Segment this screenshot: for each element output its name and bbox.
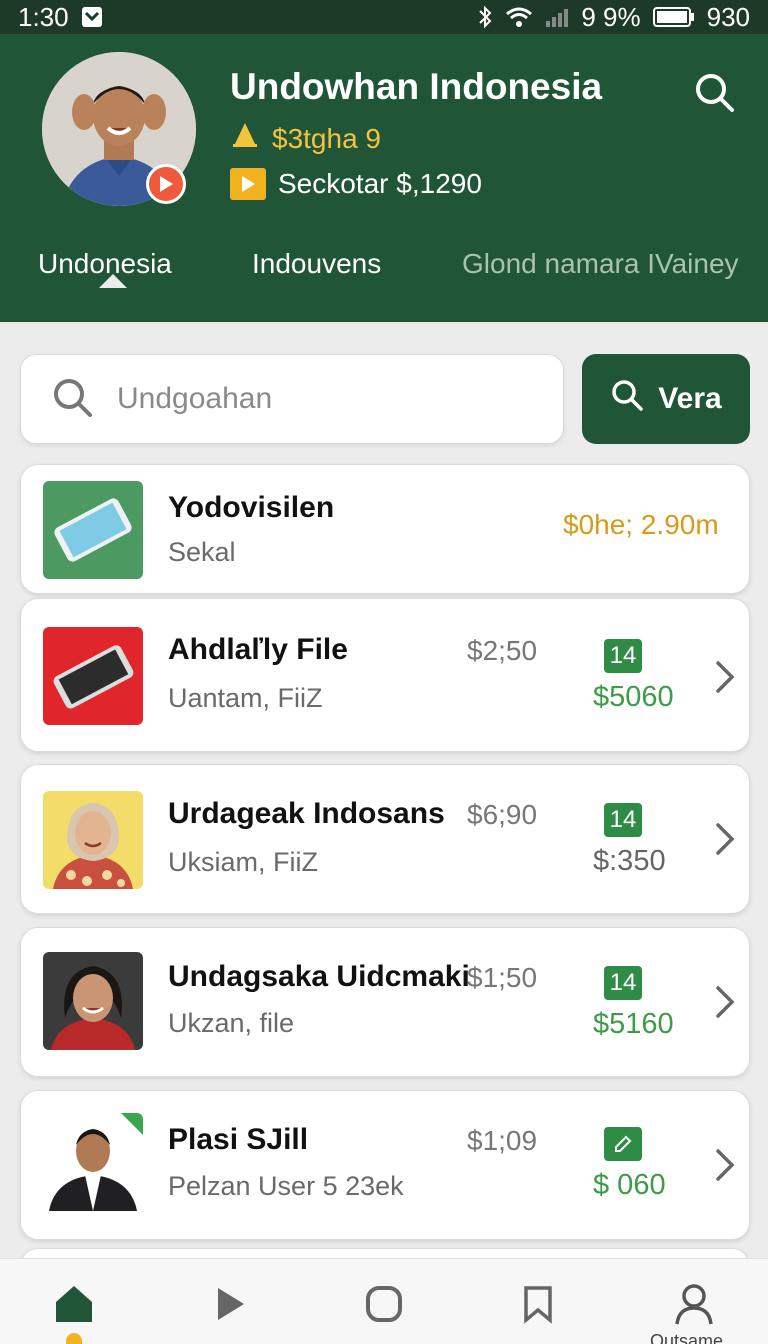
vera-button-label: Vera: [658, 382, 722, 415]
search-icon[interactable]: [690, 68, 738, 116]
search-icon: [51, 376, 93, 423]
item-subtitle: Uantam, FiiZ: [168, 683, 323, 713]
item-subtitle: Ukzan, file: [168, 1008, 295, 1038]
item-title: Plasi SJill: [168, 1123, 309, 1156]
notification-icon: [81, 6, 103, 28]
active-indicator: [66, 1333, 82, 1344]
phone-thumbnail: [43, 627, 143, 725]
vera-button[interactable]: Vera: [582, 354, 750, 444]
status-bar: 1:30 9 9% 930: [0, 0, 768, 34]
status-time: 1:30: [18, 1, 69, 32]
item-amount: $:350: [593, 845, 666, 877]
chevron-right-icon[interactable]: [711, 657, 739, 697]
item-subtitle: Uksiam, FiiZ: [168, 847, 318, 877]
item-amount: $ 060: [593, 1169, 666, 1201]
item-price: $1;50: [467, 962, 538, 993]
count-badge: 14: [604, 803, 642, 837]
channel-title: Undowhan Indonesia: [230, 66, 603, 107]
person-thumbnail: [43, 1113, 143, 1211]
item-amount: $5060: [593, 681, 674, 713]
subscriber-count: $3tgha 9: [272, 122, 381, 154]
circle-icon[interactable]: [354, 1279, 414, 1329]
list-item[interactable]: Ahdlaľly File Uantam, FiiZ $2;50 14 $506…: [20, 598, 750, 752]
phone-thumbnail: [43, 481, 143, 579]
battery-percent: 9 9%: [581, 1, 641, 32]
home-icon[interactable]: [44, 1279, 104, 1329]
chevron-right-icon[interactable]: [711, 819, 739, 859]
bell-icon: [230, 120, 260, 157]
list-item[interactable]: Undagsaka Uidcmaki Ukzan, file $1;50 14 …: [20, 927, 750, 1077]
item-subtitle: Pelzan User 5 23ek: [168, 1171, 404, 1201]
profile-nav-label: Outsame: [650, 1331, 724, 1344]
active-tab-indicator: [99, 274, 127, 288]
avatar-container[interactable]: [42, 52, 196, 206]
item-title: Urdageak Indosans: [168, 797, 445, 830]
video-icon: [230, 168, 266, 200]
item-price: $0he; 2.90m: [563, 509, 719, 540]
person-thumbnail: [43, 952, 143, 1050]
tab-bar: Undonesia Indouvens Glond namara IVainey: [0, 244, 768, 296]
bottom-navigation: Outsame: [0, 1258, 768, 1344]
item-title: Yodovisilen: [168, 491, 335, 524]
item-price: $6;90: [467, 799, 538, 830]
search-icon: [610, 378, 644, 420]
stat-text: Seckotar $,1290: [278, 168, 482, 199]
item-title: Undagsaka Uidcmaki: [168, 960, 470, 993]
tab-indouvens[interactable]: Indouvens: [252, 248, 381, 280]
stat-row: Seckotar $,1290: [230, 168, 482, 200]
item-price: $2;50: [467, 635, 538, 666]
play-badge-icon[interactable]: [146, 164, 186, 204]
battery-icon: [652, 6, 695, 28]
play-icon[interactable]: [200, 1279, 260, 1329]
item-price: $1;09: [467, 1125, 538, 1156]
list-item[interactable]: Urdageak Indosans Uksiam, FiiZ $6;90 14 …: [20, 764, 750, 914]
item-subtitle: Sekal: [168, 537, 236, 567]
chevron-right-icon[interactable]: [711, 1145, 739, 1185]
edit-badge-icon: [604, 1127, 642, 1161]
bookmark-icon[interactable]: [508, 1279, 568, 1329]
count-badge: 14: [604, 966, 642, 1000]
item-amount: $5160: [593, 1008, 674, 1040]
signal-icon: [545, 6, 569, 28]
chevron-right-icon[interactable]: [711, 982, 739, 1022]
wifi-icon: [505, 6, 533, 28]
search-field[interactable]: [20, 354, 564, 444]
list-item[interactable]: Plasi SJill Pelzan User 5 23ek $1;09 $ 0…: [20, 1090, 750, 1240]
person-thumbnail: [43, 791, 143, 889]
user-icon[interactable]: [664, 1279, 724, 1329]
search-input[interactable]: [117, 382, 517, 416]
tab-glond[interactable]: Glond namara IVainey: [462, 248, 739, 280]
item-title: Ahdlaľly File: [168, 633, 348, 666]
subscriber-row: $3tgha 9: [230, 120, 381, 157]
count-badge: 14: [604, 639, 642, 673]
list-item[interactable]: Yodovisilen Sekal $0he; 2.90m: [20, 464, 750, 594]
bluetooth-icon: [477, 5, 493, 29]
status-clock-right: 930: [706, 1, 750, 32]
